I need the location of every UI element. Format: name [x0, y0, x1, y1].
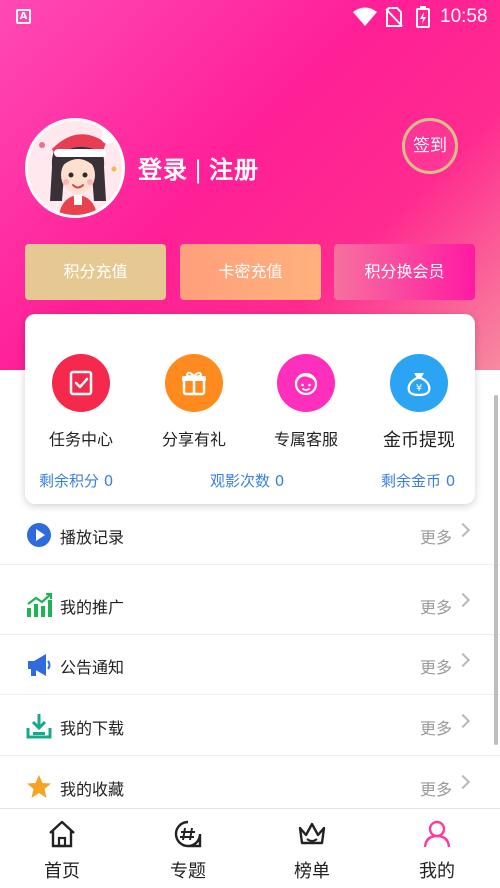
register-link[interactable]: 注册 — [209, 150, 259, 185]
menu-item-play-history[interactable]: 播放记录 更多 — [0, 505, 500, 565]
battery-charging-icon — [416, 6, 430, 28]
more-link[interactable]: 更多 — [420, 776, 452, 800]
user-icon — [423, 820, 451, 848]
chevron-right-icon — [455, 713, 471, 729]
points-recharge-button[interactable]: 积分充值 — [25, 244, 166, 300]
scrollbar[interactable] — [494, 395, 498, 745]
tab-rankings[interactable]: 榜单 — [272, 819, 352, 883]
menu-item-title: 我的收藏 — [60, 780, 125, 799]
status-bar: A 10:58 — [0, 0, 500, 34]
tab-mine[interactable]: 我的 — [397, 819, 477, 883]
bottom-tab-bar: 首页 专题 榜单 我的 — [0, 808, 500, 888]
login-register: 登录 | 注册 — [138, 150, 259, 185]
gift-icon — [165, 354, 223, 412]
home-icon — [49, 820, 75, 848]
menu-item-title: 播放记录 — [60, 528, 125, 547]
promotion-chart-icon — [27, 592, 53, 617]
feature-coin-withdraw[interactable]: ¥ 金币提现 — [379, 354, 459, 452]
watch-count: 观影次数 0 — [210, 472, 285, 490]
clock: 10:58 — [440, 6, 488, 27]
remaining-coins: 剩余金币 0 — [381, 472, 456, 490]
tab-topics[interactable]: 专题 — [148, 819, 228, 883]
more-link[interactable]: 更多 — [420, 594, 452, 618]
customer-service-icon — [277, 354, 335, 412]
chevron-right-icon — [455, 522, 471, 538]
tab-label: 首页 — [44, 861, 80, 882]
features-card: 任务中心 分享有礼 专属客服 ¥ 金币提现 剩余积分 0 观影次数 0 剩余金币… — [25, 314, 475, 504]
play-history-icon — [27, 523, 51, 547]
feature-task-center[interactable]: 任务中心 — [41, 354, 121, 450]
wifi-icon — [353, 7, 377, 26]
menu-item-title: 公告通知 — [60, 658, 125, 677]
points-to-vip-button[interactable]: 积分换会员 — [334, 244, 475, 300]
chevron-right-icon — [455, 592, 471, 608]
avatar[interactable] — [25, 118, 125, 218]
no-sim-icon — [385, 7, 403, 27]
task-checklist-icon — [52, 354, 110, 412]
notification-app-icon: A — [16, 9, 31, 24]
feature-label: 分享有礼 — [161, 430, 226, 449]
topic-hashtag-icon — [174, 820, 202, 848]
signin-button[interactable]: 签到 — [402, 118, 458, 174]
menu-item-title: 我的下载 — [60, 719, 125, 738]
menu-item-title: 我的推广 — [60, 598, 125, 617]
tab-label: 榜单 — [294, 861, 330, 882]
login-register-separator: | — [194, 156, 204, 184]
card-code-recharge-button[interactable]: 卡密充值 — [180, 244, 321, 300]
remaining-points: 剩余积分 0 — [39, 472, 114, 490]
tab-label: 我的 — [419, 861, 455, 882]
more-link[interactable]: 更多 — [420, 654, 452, 678]
chevron-right-icon — [455, 774, 471, 790]
crown-icon — [298, 822, 326, 845]
star-icon — [27, 775, 51, 798]
menu-item-downloads[interactable]: 我的下载 更多 — [0, 696, 500, 756]
feature-customer-service[interactable]: 专属客服 — [266, 354, 346, 450]
tab-label: 专题 — [170, 861, 206, 882]
feature-label: 专属客服 — [273, 430, 338, 449]
more-link[interactable]: 更多 — [420, 715, 452, 739]
menu-item-announcements[interactable]: 公告通知 更多 — [0, 635, 500, 695]
stats-row: 剩余积分 0 观影次数 0 剩余金币 0 — [25, 470, 475, 494]
more-link[interactable]: 更多 — [420, 524, 452, 548]
login-link[interactable]: 登录 — [138, 150, 188, 185]
feature-label: 任务中心 — [48, 430, 113, 449]
tab-home[interactable]: 首页 — [22, 819, 102, 883]
svg-text:¥: ¥ — [416, 383, 422, 394]
feature-label: 金币提现 — [383, 430, 455, 451]
feature-share-gift[interactable]: 分享有礼 — [154, 354, 234, 450]
megaphone-icon — [28, 654, 51, 676]
download-icon — [26, 714, 52, 739]
chevron-right-icon — [455, 652, 471, 668]
menu-item-promotion[interactable]: 我的推广 更多 — [0, 575, 500, 635]
money-bag-icon: ¥ — [390, 354, 448, 412]
